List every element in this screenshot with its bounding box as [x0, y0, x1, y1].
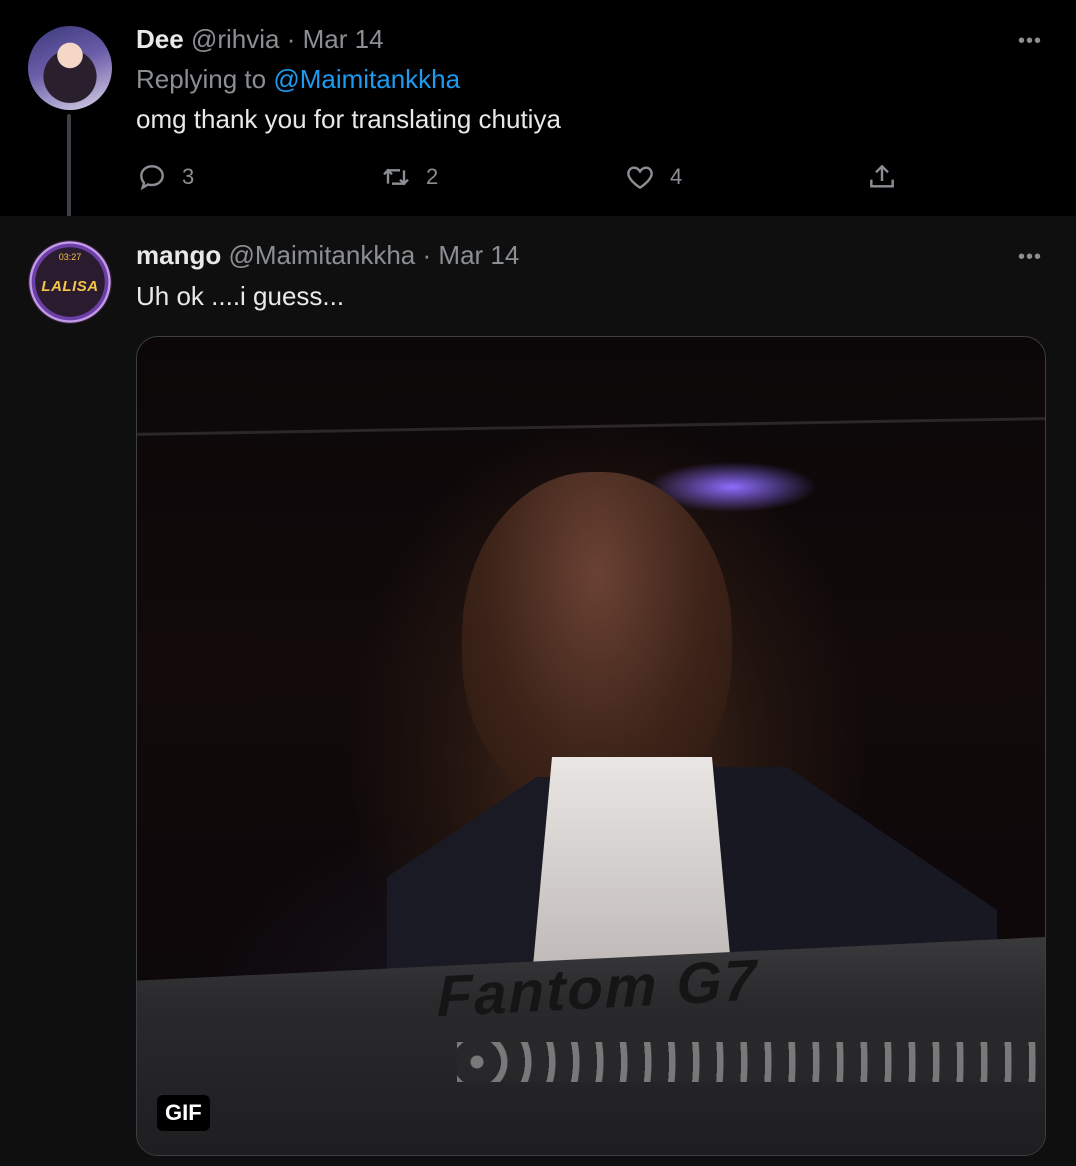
- more-icon[interactable]: •••: [1018, 30, 1042, 53]
- tweet-text: Uh ok ....i guess...: [136, 281, 345, 311]
- reply-button[interactable]: 3: [136, 160, 194, 194]
- display-name[interactable]: mango: [136, 240, 221, 270]
- like-count: 4: [670, 164, 683, 189]
- avatar[interactable]: 03:27 LALISA: [28, 240, 112, 324]
- tweet-date[interactable]: Mar 14: [303, 24, 384, 54]
- tweet-header: mango @Maimitankkha · Mar 14: [136, 240, 519, 271]
- like-button[interactable]: 4: [624, 160, 682, 194]
- user-handle[interactable]: @rihvia: [191, 24, 280, 54]
- user-handle[interactable]: @Maimitankkha: [228, 240, 415, 270]
- person-shirt: [532, 757, 732, 977]
- display-name[interactable]: Dee: [136, 24, 184, 54]
- more-icon[interactable]: •••: [1018, 246, 1042, 269]
- gif-badge: GIF: [157, 1095, 210, 1131]
- separator-dot: ·: [286, 24, 296, 54]
- like-icon: [627, 166, 653, 190]
- retweet-icon: [383, 168, 409, 186]
- retweet-count: 2: [426, 164, 439, 189]
- replying-to-label: Replying to: [136, 64, 267, 94]
- stage-rail: [137, 417, 1045, 436]
- retweet-button[interactable]: 2: [380, 160, 438, 194]
- gif-media[interactable]: Fantom G7 GIF: [136, 336, 1046, 1156]
- avatar[interactable]: [28, 26, 112, 110]
- tweet-header: Dee @rihvia · Mar 14: [136, 24, 384, 55]
- share-button[interactable]: [866, 160, 912, 194]
- tweet-date[interactable]: Mar 14: [438, 240, 519, 270]
- keyboard-panel: [457, 1042, 1037, 1082]
- separator-dot: ·: [422, 240, 432, 270]
- reply-icon: [140, 165, 164, 191]
- reply-count: 3: [182, 164, 195, 189]
- share-icon: [870, 164, 894, 188]
- avatar-time: 03:27: [58, 252, 82, 262]
- tweet-text: omg thank you for translating chutiya: [136, 104, 561, 134]
- replying-to: Replying to @Maimitankkha: [136, 64, 460, 95]
- mention-link[interactable]: @Maimitankkha: [273, 64, 460, 94]
- avatar-label: LALISA: [41, 278, 99, 295]
- tweet-dee[interactable]: Dee @rihvia · Mar 14 ••• Replying to @Ma…: [0, 0, 1076, 216]
